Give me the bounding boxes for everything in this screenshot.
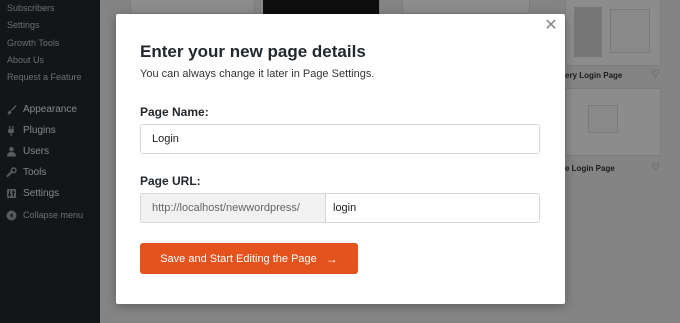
modal-subtitle: You can always change it later in Page S… [140,68,375,80]
page-name-label: Page Name: [140,105,209,119]
arrow-right-icon: → [325,251,338,266]
modal-title: Enter your new page details [140,42,366,61]
save-and-edit-button[interactable]: Save and Start Editing the Page → [140,243,358,274]
url-prefix: http://localhost/newwordpress/ [141,194,326,222]
page-url-label: Page URL: [140,174,201,188]
close-icon[interactable]: ✕ [544,18,558,34]
page-url-slug-input[interactable] [326,194,539,222]
page-name-input[interactable] [140,124,540,154]
save-button-label: Save and Start Editing the Page [160,252,317,265]
page-url-field: http://localhost/newwordpress/ [140,193,540,223]
page-details-modal: ✕ Enter your new page details You can al… [116,14,565,304]
